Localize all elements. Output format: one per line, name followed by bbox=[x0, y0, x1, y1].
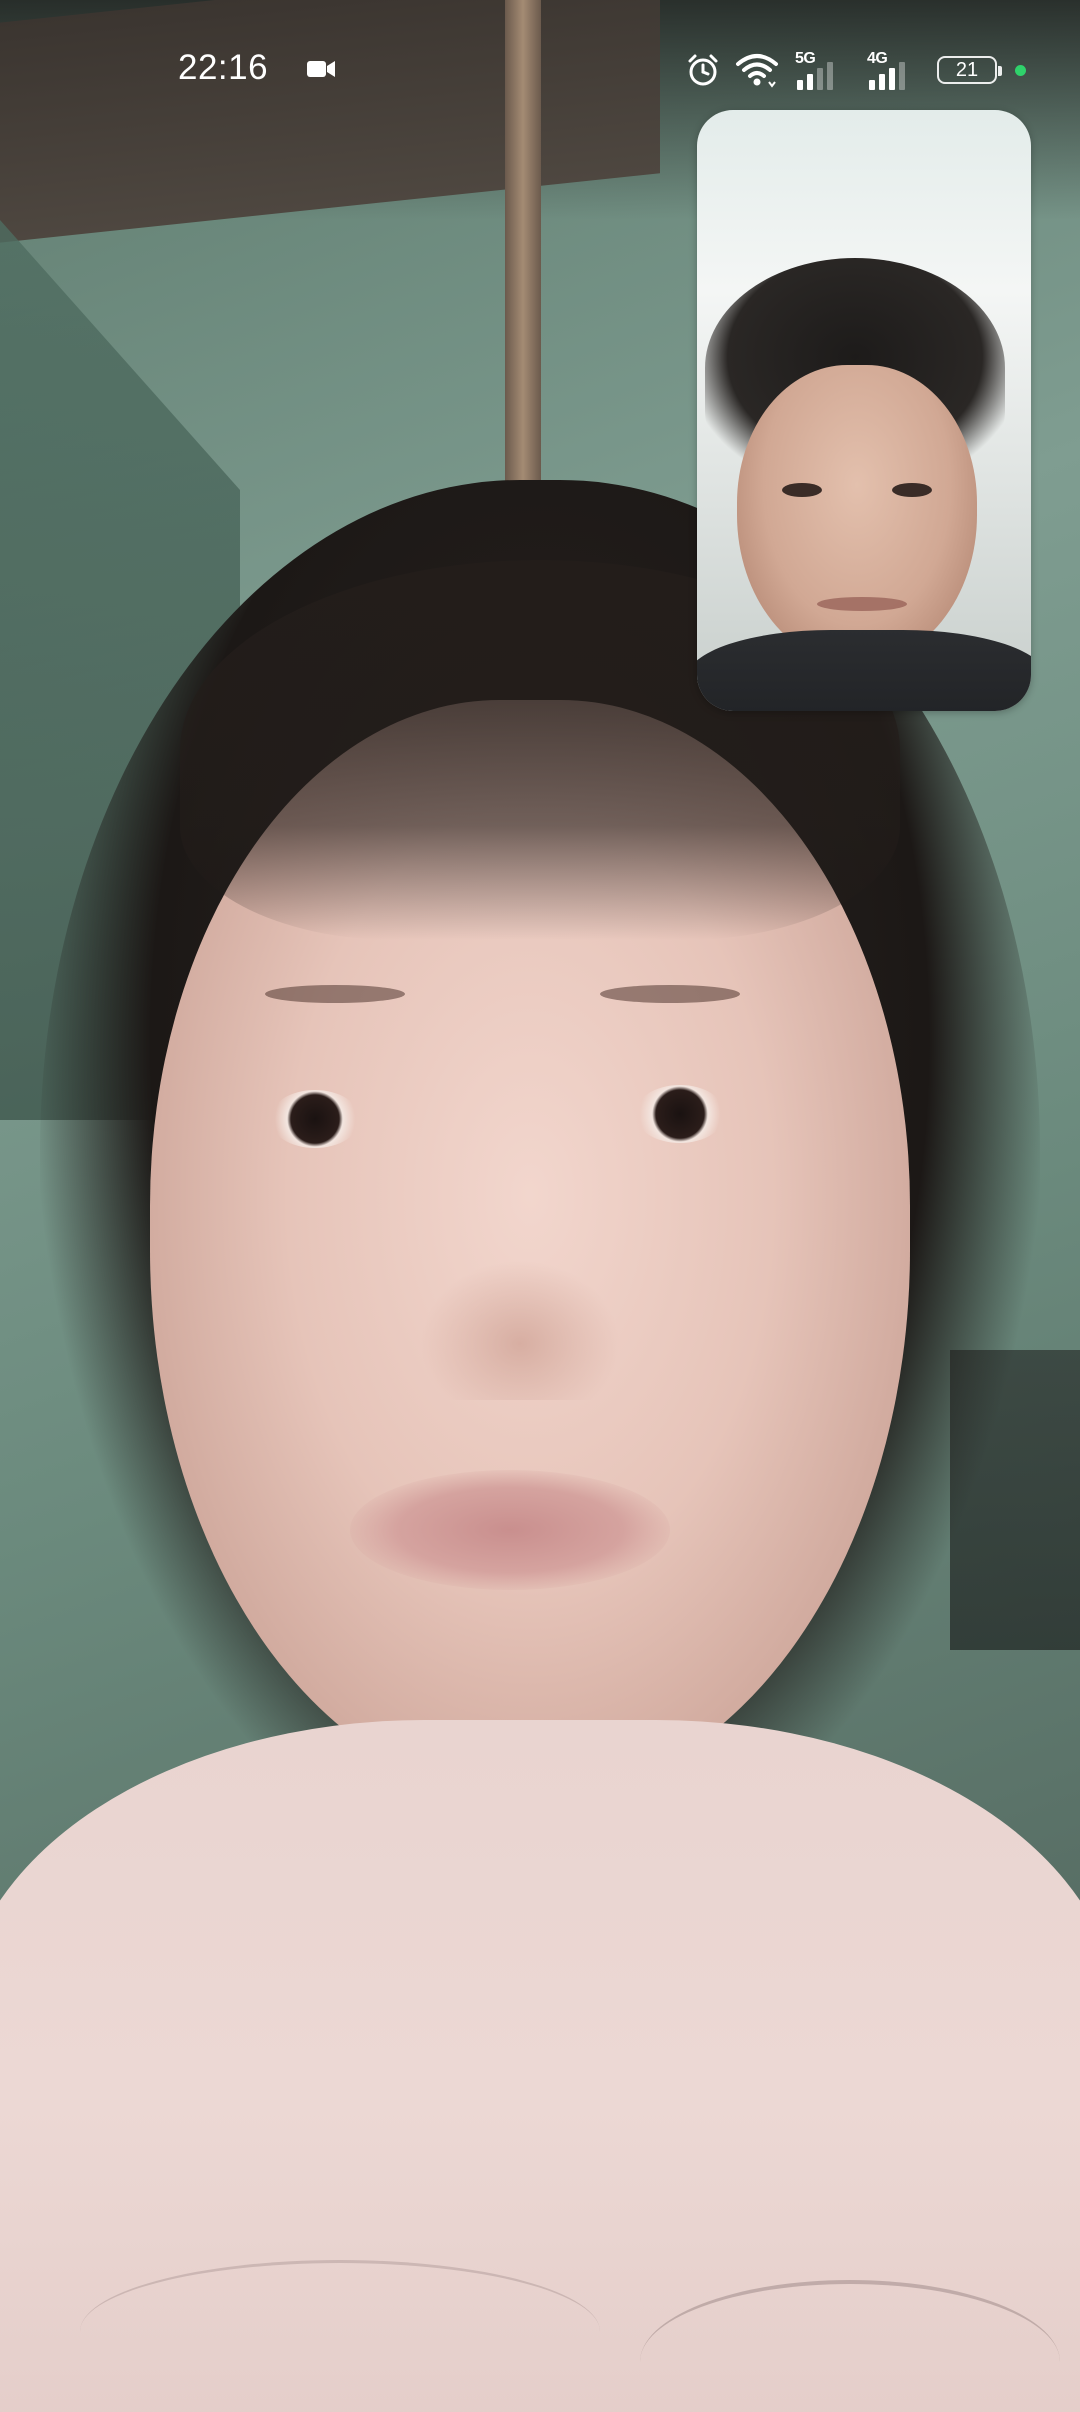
wifi-icon bbox=[735, 48, 779, 92]
video-camera-icon bbox=[306, 58, 336, 80]
status-icons: 5G 4G 21 bbox=[685, 48, 1026, 92]
alarm-icon bbox=[685, 48, 721, 92]
self-view-video[interactable] bbox=[697, 110, 1031, 711]
privacy-indicator-dot bbox=[1015, 64, 1026, 76]
sim2-signal-bars-icon bbox=[869, 62, 905, 90]
self-person-face bbox=[737, 365, 977, 665]
status-time: 22:16 bbox=[178, 48, 269, 87]
sim2-signal: 4G bbox=[865, 48, 923, 92]
battery-level: 21 bbox=[955, 58, 979, 81]
self-person-mouth bbox=[817, 597, 907, 611]
status-bar: 22:16 5G 4G 21 bbox=[0, 0, 1080, 140]
battery-icon: 21 bbox=[937, 56, 1002, 84]
sim1-signal: 5G bbox=[793, 48, 851, 92]
self-person-jacket bbox=[697, 630, 1031, 711]
self-person-left-eye bbox=[782, 483, 822, 497]
video-call-screen: 22:16 5G 4G 21 bbox=[0, 0, 1080, 2412]
sim1-signal-bars-icon bbox=[797, 62, 833, 90]
self-person-right-eye bbox=[892, 483, 932, 497]
